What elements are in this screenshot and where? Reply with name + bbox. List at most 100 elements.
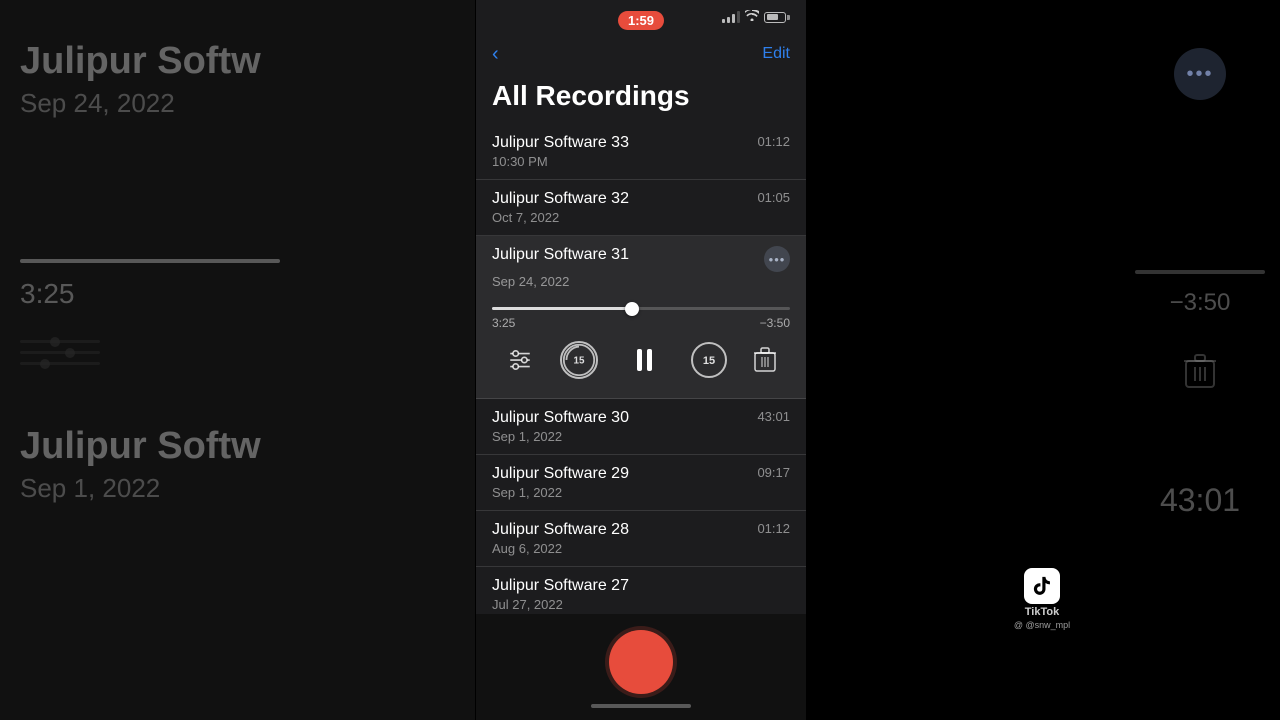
bg-slider-group — [20, 340, 100, 365]
player-times: 3:25 −3:50 — [492, 316, 790, 330]
signal-bar-4 — [737, 11, 740, 23]
recording-duration-30: 43:01 — [757, 409, 790, 424]
recording-name-27: Julipur Software 27 — [492, 577, 629, 595]
player-controls: 15 15 — [492, 330, 790, 386]
recording-header-31: Julipur Software 31 ••• — [476, 236, 806, 274]
recording-name-31: Julipur Software 31 — [492, 246, 629, 264]
bg-slider-dot-3 — [40, 359, 50, 369]
player-current-time: 3:25 — [492, 316, 515, 330]
pause-button[interactable] — [622, 338, 666, 382]
recording-item-31[interactable]: Julipur Software 31 ••• Sep 24, 2022 3:2… — [476, 236, 806, 399]
edit-button[interactable]: Edit — [762, 45, 790, 63]
bg-date-1: Sep 24, 2022 — [20, 88, 175, 119]
svg-text:15: 15 — [574, 356, 585, 367]
back-button[interactable]: ‹ — [492, 43, 499, 66]
skip-back-circle: 15 — [560, 341, 598, 379]
bg-slider-2 — [20, 351, 100, 354]
background-left: Julipur Softw Sep 24, 2022 3:25 Julipur … — [0, 0, 475, 720]
bg-more-button: ••• — [1174, 48, 1226, 100]
battery-fill — [767, 14, 778, 20]
recording-date-29: Sep 1, 2022 — [492, 485, 562, 500]
recording-meta-29: Sep 1, 2022 — [476, 485, 806, 510]
bg-slider-line-3 — [20, 362, 100, 365]
recording-header-28: Julipur Software 28 01:12 — [476, 511, 806, 541]
recording-meta-32: Oct 7, 2022 — [476, 210, 806, 235]
recording-header-33: Julipur Software 33 01:12 — [476, 124, 806, 154]
recording-duration-28: 01:12 — [757, 521, 790, 536]
bg-controls — [20, 335, 100, 365]
recording-date-31: Sep 24, 2022 — [492, 274, 569, 289]
signal-bar-3 — [732, 14, 735, 23]
bg-slider-dot-2 — [65, 348, 75, 358]
recording-date-33: 10:30 PM — [492, 154, 548, 169]
recording-item-30[interactable]: Julipur Software 30 43:01 Sep 1, 2022 — [476, 399, 806, 455]
recording-item-29[interactable]: Julipur Software 29 09:17 Sep 1, 2022 — [476, 455, 806, 511]
status-right — [722, 10, 790, 24]
record-button[interactable] — [609, 630, 673, 694]
bg-more-dots-icon: ••• — [1186, 63, 1213, 86]
tiktok-badge: TikTok @ @snw_mpl — [808, 568, 1276, 630]
more-dots-icon-31: ••• — [769, 252, 786, 267]
signal-bar-2 — [727, 17, 730, 23]
bg-date-2: Sep 1, 2022 — [20, 473, 160, 504]
recording-meta-27: Jul 27, 2022 — [476, 597, 806, 614]
pause-bar-left — [637, 349, 642, 371]
bg-slider-dot-1 — [50, 337, 60, 347]
signal-bar-1 — [722, 19, 725, 23]
status-time-badge: 1:59 — [618, 11, 664, 30]
recording-name-32: Julipur Software 32 — [492, 190, 629, 208]
phone-screen: 1:59 ‹ Edit All Re — [476, 0, 806, 720]
more-dots-button-31[interactable]: ••• — [764, 246, 790, 272]
player-progress-bar[interactable] — [492, 307, 790, 310]
tiktok-brand-name: TikTok — [1025, 606, 1059, 618]
signal-bars-icon — [722, 11, 740, 23]
bg-slider-1 — [20, 340, 100, 343]
bg-title-2: Julipur Softw — [20, 425, 261, 468]
delete-recording-button[interactable] — [752, 345, 778, 375]
player-progress-fill — [492, 307, 632, 310]
bg-duration-right: 43:01 — [1160, 482, 1240, 519]
recording-date-32: Oct 7, 2022 — [492, 210, 559, 225]
battery-icon — [764, 12, 790, 23]
bg-time-right: −3:50 — [1170, 289, 1231, 317]
skip-back-button[interactable]: 15 — [560, 341, 598, 379]
recording-meta-33: 10:30 PM — [476, 154, 806, 179]
recording-item-33[interactable]: Julipur Software 33 01:12 10:30 PM — [476, 124, 806, 180]
bg-slider-line-2 — [20, 351, 100, 354]
wifi-icon — [745, 10, 759, 24]
tiktok-username: @ @snw_mpl — [1014, 620, 1070, 630]
battery-tip — [787, 15, 790, 20]
recording-item-27[interactable]: Julipur Software 27 Jul 27, 2022 — [476, 567, 806, 614]
recording-duration-29: 09:17 — [757, 465, 790, 480]
recording-name-29: Julipur Software 29 — [492, 465, 629, 483]
bottom-section — [476, 614, 806, 720]
bg-progress-bar — [20, 259, 280, 263]
recording-header-29: Julipur Software 29 09:17 — [476, 455, 806, 485]
recording-name-28: Julipur Software 28 — [492, 521, 629, 539]
status-bar: 1:59 — [476, 0, 806, 36]
bg-time-1: 3:25 — [20, 278, 75, 310]
recording-name-33: Julipur Software 33 — [492, 134, 629, 152]
home-indicator — [591, 704, 691, 708]
svg-text:15: 15 — [703, 355, 715, 367]
record-button-inner — [616, 637, 666, 687]
bg-progress-right — [1135, 270, 1265, 274]
nav-bar: ‹ Edit — [476, 36, 806, 76]
recording-item-32[interactable]: Julipur Software 32 01:05 Oct 7, 2022 — [476, 180, 806, 236]
recording-header-27: Julipur Software 27 — [476, 567, 806, 597]
player-section: 3:25 −3:50 — [476, 299, 806, 398]
recordings-list[interactable]: Julipur Software 33 01:12 10:30 PM Julip… — [476, 124, 806, 614]
player-thumb — [625, 302, 639, 316]
bg-slider-3 — [20, 362, 100, 365]
tiktok-logo-icon — [1024, 568, 1060, 604]
recording-meta-28: Aug 6, 2022 — [476, 541, 806, 566]
page-title: All Recordings — [476, 76, 806, 124]
bg-slider-line-1 — [20, 340, 100, 343]
recording-item-28[interactable]: Julipur Software 28 01:12 Aug 6, 2022 — [476, 511, 806, 567]
skip-forward-button[interactable]: 15 — [690, 341, 728, 379]
bg-title-1: Julipur Softw — [20, 40, 261, 83]
settings-button[interactable] — [504, 344, 536, 376]
recording-date-28: Aug 6, 2022 — [492, 541, 562, 556]
pause-bar-right — [647, 349, 652, 371]
bg-trash-icon-right — [1174, 342, 1226, 402]
